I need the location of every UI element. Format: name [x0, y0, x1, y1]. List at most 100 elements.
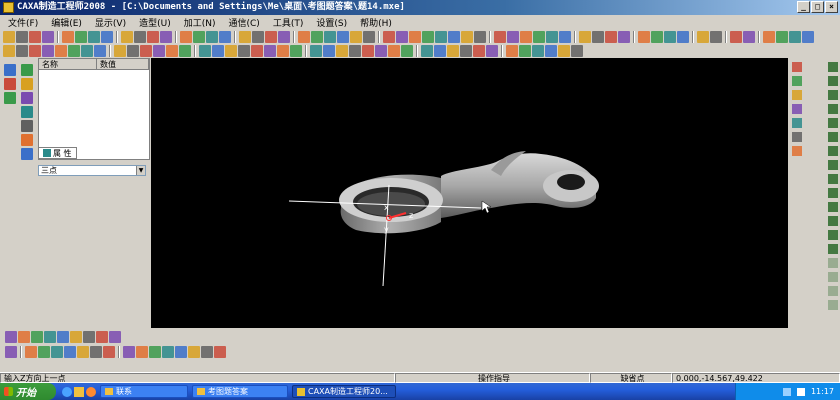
- tool-icon[interactable]: [51, 345, 63, 358]
- new-icon[interactable]: [3, 30, 15, 43]
- task-answers[interactable]: 考图题答案: [192, 385, 288, 398]
- tool-icon[interactable]: [697, 30, 709, 43]
- tool-icon[interactable]: [323, 44, 335, 57]
- tool-icon[interactable]: [153, 44, 165, 57]
- tool-icon[interactable]: [5, 330, 17, 343]
- tool-icon[interactable]: [219, 30, 231, 43]
- tool-icon[interactable]: [362, 44, 374, 57]
- save-icon[interactable]: [29, 30, 41, 43]
- copy-icon[interactable]: [75, 30, 87, 43]
- task-caxa[interactable]: CAXA制造工程师20...: [292, 385, 396, 398]
- tool-icon[interactable]: [460, 44, 472, 57]
- tool-icon[interactable]: [193, 30, 205, 43]
- tool-icon[interactable]: [180, 30, 192, 43]
- tool-icon[interactable]: [545, 44, 557, 57]
- chevron-down-icon[interactable]: ▼: [136, 166, 145, 175]
- left-tool-icon[interactable]: [21, 148, 33, 160]
- cut-icon[interactable]: [62, 30, 74, 43]
- right-tool-icon[interactable]: [792, 90, 802, 100]
- tool-icon[interactable]: [533, 30, 545, 43]
- tool-icon[interactable]: [350, 30, 362, 43]
- tool-icon[interactable]: [140, 44, 152, 57]
- menu-file[interactable]: 文件(F): [8, 16, 38, 29]
- left-tool-icon[interactable]: [21, 134, 33, 146]
- network-icon[interactable]: [782, 387, 791, 396]
- tool-icon[interactable]: [422, 30, 434, 43]
- left-tool-icon[interactable]: [21, 78, 33, 90]
- tool-icon[interactable]: [265, 30, 277, 43]
- tool-icon[interactable]: [90, 345, 102, 358]
- tool-icon[interactable]: [486, 44, 498, 57]
- right-tool-icon[interactable]: [792, 104, 802, 114]
- menu-tools[interactable]: 工具(T): [273, 16, 304, 29]
- tool-icon[interactable]: [238, 44, 250, 57]
- tool-icon[interactable]: [162, 345, 174, 358]
- tool-icon[interactable]: [494, 30, 506, 43]
- tool-icon[interactable]: [103, 345, 115, 358]
- right-tool-icon[interactable]: [828, 132, 838, 142]
- print-icon[interactable]: [42, 30, 54, 43]
- tool-icon[interactable]: [546, 30, 558, 43]
- tool-icon[interactable]: [31, 330, 43, 343]
- tool-icon[interactable]: [70, 330, 82, 343]
- tool-icon[interactable]: [396, 30, 408, 43]
- tool-icon[interactable]: [789, 30, 801, 43]
- right-tool-icon[interactable]: [828, 174, 838, 184]
- tool-icon[interactable]: [310, 44, 322, 57]
- tool-icon[interactable]: [409, 30, 421, 43]
- left-tool-icon[interactable]: [4, 64, 16, 76]
- task-lianxi[interactable]: 联系: [100, 385, 188, 398]
- tool-icon[interactable]: [349, 44, 361, 57]
- tool-icon[interactable]: [179, 44, 191, 57]
- tool-icon[interactable]: [618, 30, 630, 43]
- tool-icon[interactable]: [776, 30, 788, 43]
- right-tool-icon[interactable]: [828, 258, 838, 268]
- right-tool-icon[interactable]: [828, 202, 838, 212]
- tool-icon[interactable]: [5, 345, 17, 358]
- tool-icon[interactable]: [44, 330, 56, 343]
- ie-icon[interactable]: [62, 386, 72, 397]
- menu-view[interactable]: 显示(V): [95, 16, 126, 29]
- tool-icon[interactable]: [336, 44, 348, 57]
- left-tool-icon[interactable]: [4, 78, 16, 90]
- tool-icon[interactable]: [251, 44, 263, 57]
- tool-icon[interactable]: [401, 44, 413, 57]
- tool-icon[interactable]: [474, 30, 486, 43]
- tool-icon[interactable]: [435, 30, 447, 43]
- right-tool-icon[interactable]: [792, 62, 802, 72]
- tool-icon[interactable]: [337, 30, 349, 43]
- menu-help[interactable]: 帮助(H): [360, 16, 392, 29]
- tool-icon[interactable]: [677, 30, 689, 43]
- left-tool-icon[interactable]: [21, 92, 33, 104]
- tool-icon[interactable]: [579, 30, 591, 43]
- tool-icon[interactable]: [81, 44, 93, 57]
- menu-modeling[interactable]: 造型(U): [139, 16, 171, 29]
- tool-icon[interactable]: [532, 44, 544, 57]
- status-point-mode[interactable]: 缺省点: [590, 373, 672, 383]
- tool-icon[interactable]: [136, 345, 148, 358]
- tool-icon[interactable]: [461, 30, 473, 43]
- tool-icon[interactable]: [94, 44, 106, 57]
- tool-icon[interactable]: [225, 44, 237, 57]
- right-tool-icon[interactable]: [828, 188, 838, 198]
- start-button[interactable]: 开始: [0, 383, 56, 400]
- tool-icon[interactable]: [558, 44, 570, 57]
- tool-icon[interactable]: [651, 30, 663, 43]
- tool-icon[interactable]: [507, 30, 519, 43]
- tool-icon[interactable]: [434, 44, 446, 57]
- right-tool-icon[interactable]: [828, 272, 838, 282]
- tool-icon[interactable]: [664, 30, 676, 43]
- left-tool-icon[interactable]: [21, 64, 33, 76]
- tool-icon[interactable]: [388, 44, 400, 57]
- redo-icon[interactable]: [121, 30, 133, 43]
- tool-icon[interactable]: [77, 345, 89, 358]
- tool-icon[interactable]: [199, 44, 211, 57]
- folder-icon[interactable]: [74, 386, 84, 397]
- right-tool-icon[interactable]: [828, 62, 838, 72]
- tool-icon[interactable]: [311, 30, 323, 43]
- tool-icon[interactable]: [83, 330, 95, 343]
- right-tool-icon[interactable]: [828, 146, 838, 156]
- right-tool-icon[interactable]: [828, 104, 838, 114]
- tool-icon[interactable]: [3, 44, 15, 57]
- right-tool-icon[interactable]: [828, 160, 838, 170]
